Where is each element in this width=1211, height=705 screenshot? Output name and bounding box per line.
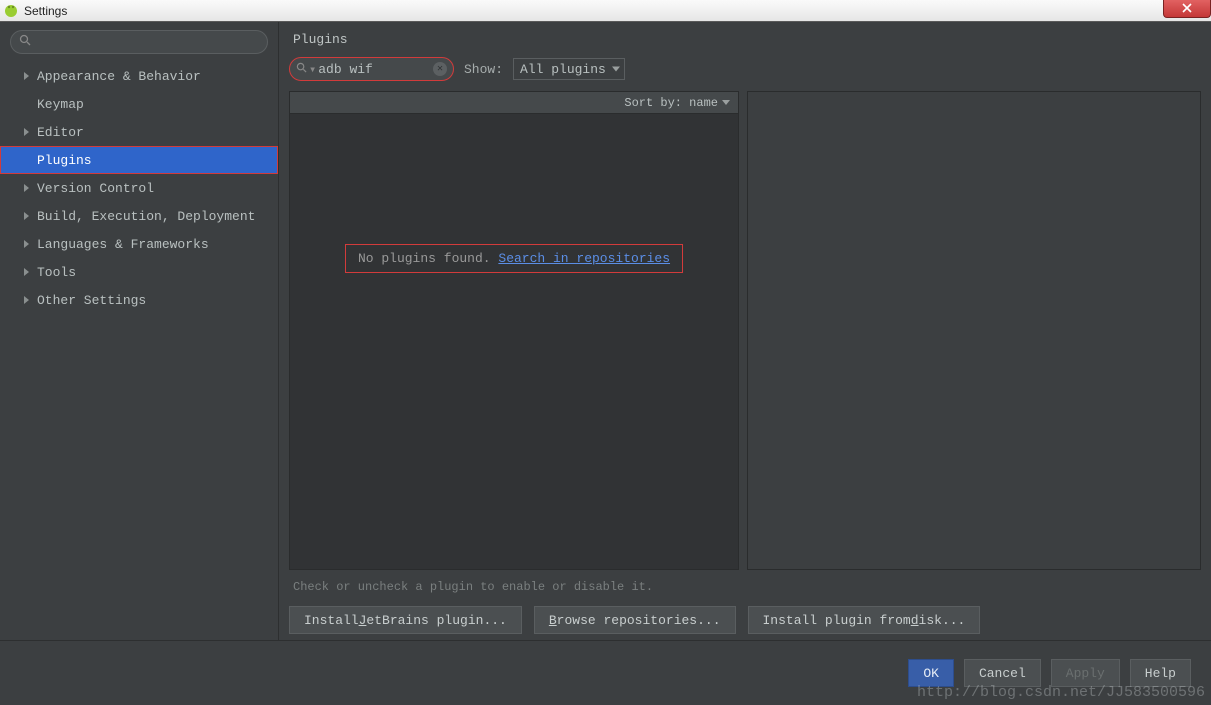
apply-button[interactable]: Apply: [1051, 659, 1120, 687]
show-filter-select[interactable]: All plugins: [513, 58, 625, 80]
settings-sidebar: Appearance & Behavior Keymap Editor Plug…: [0, 22, 279, 640]
sort-label: Sort by: name: [624, 96, 718, 110]
clear-search-icon[interactable]: ✕: [433, 62, 447, 76]
titlebar: Settings: [0, 0, 1211, 22]
sidebar-item-label: Tools: [37, 265, 76, 280]
sidebar-item-label: Editor: [37, 125, 84, 140]
search-icon: [296, 62, 307, 77]
sidebar-item-keymap[interactable]: Keymap: [0, 90, 278, 118]
page-title: Plugins: [289, 32, 1201, 47]
sidebar-item-label: Version Control: [37, 181, 154, 196]
sidebar-item-label: Languages & Frameworks: [37, 237, 209, 252]
empty-text: No plugins found.: [358, 251, 498, 266]
show-filter-value: All plugins: [520, 62, 606, 77]
install-from-disk-button[interactable]: Install plugin from disk...: [748, 606, 981, 634]
main-panel: Plugins ▾ adb wif ✕ Show: All plugins So…: [279, 22, 1211, 640]
settings-tree: Appearance & Behavior Keymap Editor Plug…: [0, 60, 278, 640]
sidebar-item-label: Appearance & Behavior: [37, 69, 201, 84]
window-title: Settings: [24, 4, 67, 18]
search-input-value: adb wif: [318, 62, 433, 77]
empty-state: No plugins found. Search in repositories: [345, 244, 683, 273]
sidebar-item-label: Build, Execution, Deployment: [37, 209, 255, 224]
expand-arrow-icon: [24, 212, 29, 220]
expand-arrow-icon: [24, 128, 29, 136]
sidebar-item-label: Other Settings: [37, 293, 146, 308]
sidebar-search-input[interactable]: [10, 30, 268, 54]
help-text: Check or uncheck a plugin to enable or d…: [289, 570, 1201, 606]
install-jetbrains-plugin-button[interactable]: Install JetBrains plugin...: [289, 606, 522, 634]
sidebar-item-build[interactable]: Build, Execution, Deployment: [0, 202, 278, 230]
expand-arrow-icon: [24, 296, 29, 304]
expand-arrow-icon: [24, 268, 29, 276]
sidebar-item-appearance[interactable]: Appearance & Behavior: [0, 62, 278, 90]
sidebar-item-languages[interactable]: Languages & Frameworks: [0, 230, 278, 258]
cancel-button[interactable]: Cancel: [964, 659, 1041, 687]
dialog-footer: OK Cancel Apply Help http://blog.csdn.ne…: [0, 640, 1211, 705]
browse-repositories-button[interactable]: Browse repositories...: [534, 606, 736, 634]
sort-dropdown[interactable]: Sort by: name: [290, 92, 738, 114]
ok-button[interactable]: OK: [908, 659, 954, 687]
sidebar-item-editor[interactable]: Editor: [0, 118, 278, 146]
help-button[interactable]: Help: [1130, 659, 1191, 687]
plugin-search-input[interactable]: ▾ adb wif ✕: [289, 57, 454, 81]
expand-arrow-icon: [24, 240, 29, 248]
close-button[interactable]: [1163, 0, 1211, 18]
show-label: Show:: [464, 62, 503, 77]
sidebar-item-label: Plugins: [37, 153, 92, 168]
sidebar-item-version-control[interactable]: Version Control: [0, 174, 278, 202]
plugin-detail-panel: [747, 91, 1201, 570]
search-repositories-link[interactable]: Search in repositories: [498, 251, 670, 266]
plugin-list-panel: Sort by: name No plugins found. Search i…: [289, 91, 739, 570]
chevron-down-icon: ▾: [309, 62, 316, 77]
sidebar-item-plugins[interactable]: Plugins: [0, 146, 278, 174]
expand-arrow-icon: [24, 72, 29, 80]
app-icon: [4, 4, 18, 18]
chevron-down-icon: [612, 67, 620, 72]
sidebar-item-tools[interactable]: Tools: [0, 258, 278, 286]
sidebar-item-label: Keymap: [37, 97, 84, 112]
chevron-down-icon: [722, 100, 730, 105]
expand-arrow-icon: [24, 184, 29, 192]
plugins-toolbar: ▾ adb wif ✕ Show: All plugins: [289, 57, 1201, 81]
sidebar-item-other-settings[interactable]: Other Settings: [0, 286, 278, 314]
search-icon: [19, 34, 31, 50]
